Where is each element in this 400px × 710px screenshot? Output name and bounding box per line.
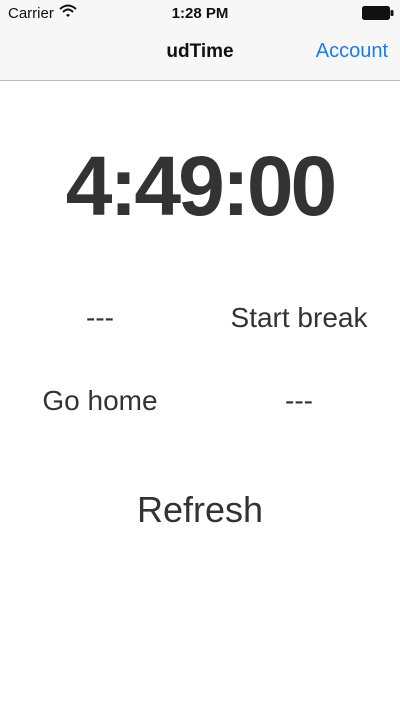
account-button[interactable]: Account [316,40,388,63]
battery-icon [362,6,394,20]
refresh-button[interactable]: Refresh [0,489,400,531]
elapsed-time-display: 4:49:00 [65,139,338,233]
start-break-button[interactable]: Start break [214,302,384,334]
status-time: 1:28 PM [171,5,229,22]
go-home-button[interactable]: Go home [22,385,178,417]
status-bar: Carrier 1:28 PM [0,0,400,28]
row1-left-value: --- [86,302,114,333]
row2-right-value: --- [285,385,313,416]
